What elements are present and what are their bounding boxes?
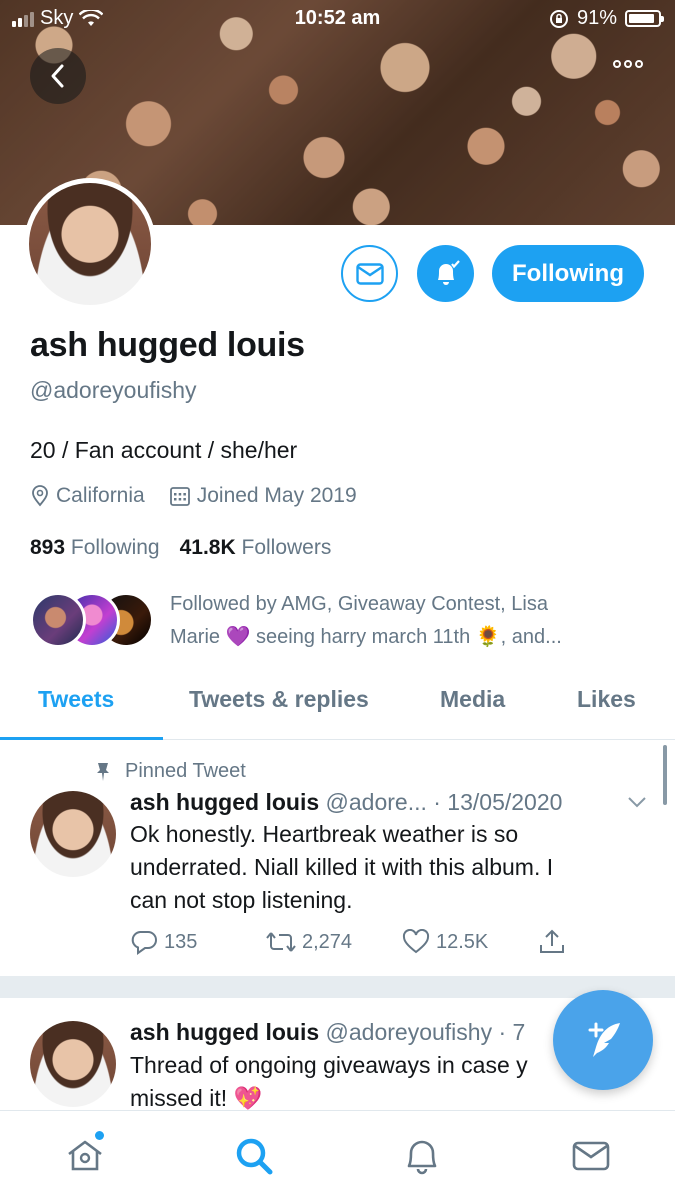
tweet-date: · 13/05/2020 bbox=[433, 789, 563, 815]
like-count: 12.5K bbox=[436, 930, 489, 953]
retweet-count: 2,274 bbox=[302, 930, 353, 953]
tweet-actions: 135 2,274 12.5K bbox=[130, 928, 566, 956]
reply-button[interactable]: 135 bbox=[130, 928, 266, 956]
profile-handle: @adoreyoufishy bbox=[30, 377, 197, 403]
tweet-separator bbox=[0, 976, 675, 998]
orientation-lock-icon bbox=[549, 9, 568, 28]
following-label: Following bbox=[70, 536, 160, 559]
retweet-icon bbox=[266, 932, 296, 952]
battery-status: 91% bbox=[549, 7, 664, 30]
back-icon bbox=[51, 64, 64, 88]
profile-meta: California Joined May 2019 bbox=[30, 484, 381, 508]
tweet-date: · 7 bbox=[498, 1019, 526, 1045]
battery-icon bbox=[625, 10, 664, 27]
followed-by-line-2: Marie 💜 seeing harry march 11th 🌻, and..… bbox=[170, 626, 562, 648]
status-bar: Sky 10:52 am 91% bbox=[0, 0, 675, 38]
tweet-text-line: underrated. Niall killed it with this al… bbox=[130, 854, 554, 880]
following-count: 893 bbox=[30, 536, 66, 559]
pinned-label: Pinned Tweet bbox=[125, 760, 246, 782]
following-count-link[interactable]: 893 Following bbox=[30, 536, 160, 560]
scrollbar[interactable] bbox=[663, 745, 667, 805]
followers-count-link[interactable]: 41.8K Followers bbox=[180, 536, 332, 560]
retweet-button[interactable]: 2,274 bbox=[266, 928, 402, 956]
like-button[interactable]: 12.5K bbox=[402, 928, 538, 956]
new-content-dot bbox=[95, 1131, 104, 1140]
compose-icon bbox=[588, 1022, 620, 1057]
reply-count: 135 bbox=[164, 930, 198, 953]
followed-by[interactable]: Followed by AMG, Giveaway Contest, Lisa … bbox=[30, 588, 650, 654]
nav-search[interactable] bbox=[233, 1135, 275, 1182]
nav-home[interactable] bbox=[64, 1131, 106, 1182]
profile-avatar[interactable] bbox=[24, 178, 156, 310]
followed-by-avatars bbox=[30, 592, 160, 648]
like-icon bbox=[402, 929, 430, 954]
home-icon bbox=[68, 1140, 102, 1171]
mail-icon bbox=[355, 262, 384, 285]
chevron-down-icon[interactable] bbox=[626, 794, 648, 810]
followed-by-line-1: Followed by AMG, Giveaway Contest, Lisa bbox=[170, 593, 548, 615]
followers-count: 41.8K bbox=[179, 536, 236, 559]
tab-tweets[interactable]: Tweets bbox=[38, 686, 114, 713]
nav-notifications[interactable] bbox=[401, 1135, 443, 1182]
followed-by-text: Followed by AMG, Giveaway Contest, Lisa … bbox=[170, 588, 640, 654]
tweet-avatar[interactable] bbox=[30, 791, 116, 877]
notifications-icon bbox=[407, 1140, 437, 1175]
following-button[interactable]: Following bbox=[492, 245, 644, 302]
back-button[interactable] bbox=[30, 48, 86, 104]
more-icon bbox=[613, 60, 621, 68]
tweet-header: ash hugged louis @adoreyoufishy · 7 bbox=[130, 1019, 525, 1046]
profile-location: California bbox=[56, 484, 145, 507]
bottom-navigation bbox=[0, 1110, 675, 1200]
tweet-text-line: Ok honestly. Heartbreak weather is so bbox=[130, 821, 519, 847]
pin-icon bbox=[97, 762, 109, 781]
more-options-button[interactable] bbox=[613, 60, 643, 68]
profile-name: ash hugged louis bbox=[30, 326, 305, 364]
message-button[interactable] bbox=[341, 245, 398, 302]
tab-likes[interactable]: Likes bbox=[577, 686, 636, 713]
calendar-icon bbox=[169, 487, 190, 506]
tweet-handle: @adoreyoufishy bbox=[325, 1019, 493, 1045]
follow-counts: 893 Following 41.8K Followers bbox=[30, 536, 331, 560]
active-tab-indicator bbox=[0, 737, 163, 740]
compose-tweet-button[interactable] bbox=[553, 990, 653, 1090]
tweet-text-line: can not stop listening. bbox=[130, 887, 353, 913]
profile-bio: 20 / Fan account / she/her bbox=[30, 437, 298, 463]
tweet-author: ash hugged louis bbox=[130, 1019, 320, 1045]
tweet-handle: @adore... bbox=[325, 789, 427, 815]
tweet-author: ash hugged louis bbox=[130, 789, 320, 815]
tab-tweets-replies[interactable]: Tweets & replies bbox=[189, 686, 369, 713]
bell-icon bbox=[437, 259, 460, 285]
avatar bbox=[30, 592, 86, 648]
pinned-indicator: Pinned Tweet bbox=[95, 760, 246, 783]
reply-icon bbox=[131, 931, 157, 955]
nav-messages[interactable] bbox=[570, 1135, 612, 1182]
location-icon bbox=[32, 485, 48, 507]
tweet-text: Ok honestly. Heartbreak weather is so un… bbox=[130, 818, 640, 917]
profile-joined: Joined May 2019 bbox=[196, 484, 357, 507]
share-icon bbox=[540, 929, 564, 953]
tweet-avatar[interactable] bbox=[30, 1021, 116, 1107]
share-button[interactable] bbox=[538, 928, 566, 956]
followers-label: Followers bbox=[241, 536, 332, 559]
tweet-header: ash hugged louis @adore... · 13/05/2020 bbox=[130, 789, 562, 816]
search-icon bbox=[236, 1138, 273, 1175]
profile-tabs: Tweets Tweets & replies Media Likes bbox=[0, 670, 675, 740]
battery-percent: 91% bbox=[576, 7, 617, 29]
notifications-toggle-button[interactable] bbox=[417, 245, 474, 302]
tab-media[interactable]: Media bbox=[440, 686, 505, 713]
messages-icon bbox=[572, 1141, 610, 1171]
